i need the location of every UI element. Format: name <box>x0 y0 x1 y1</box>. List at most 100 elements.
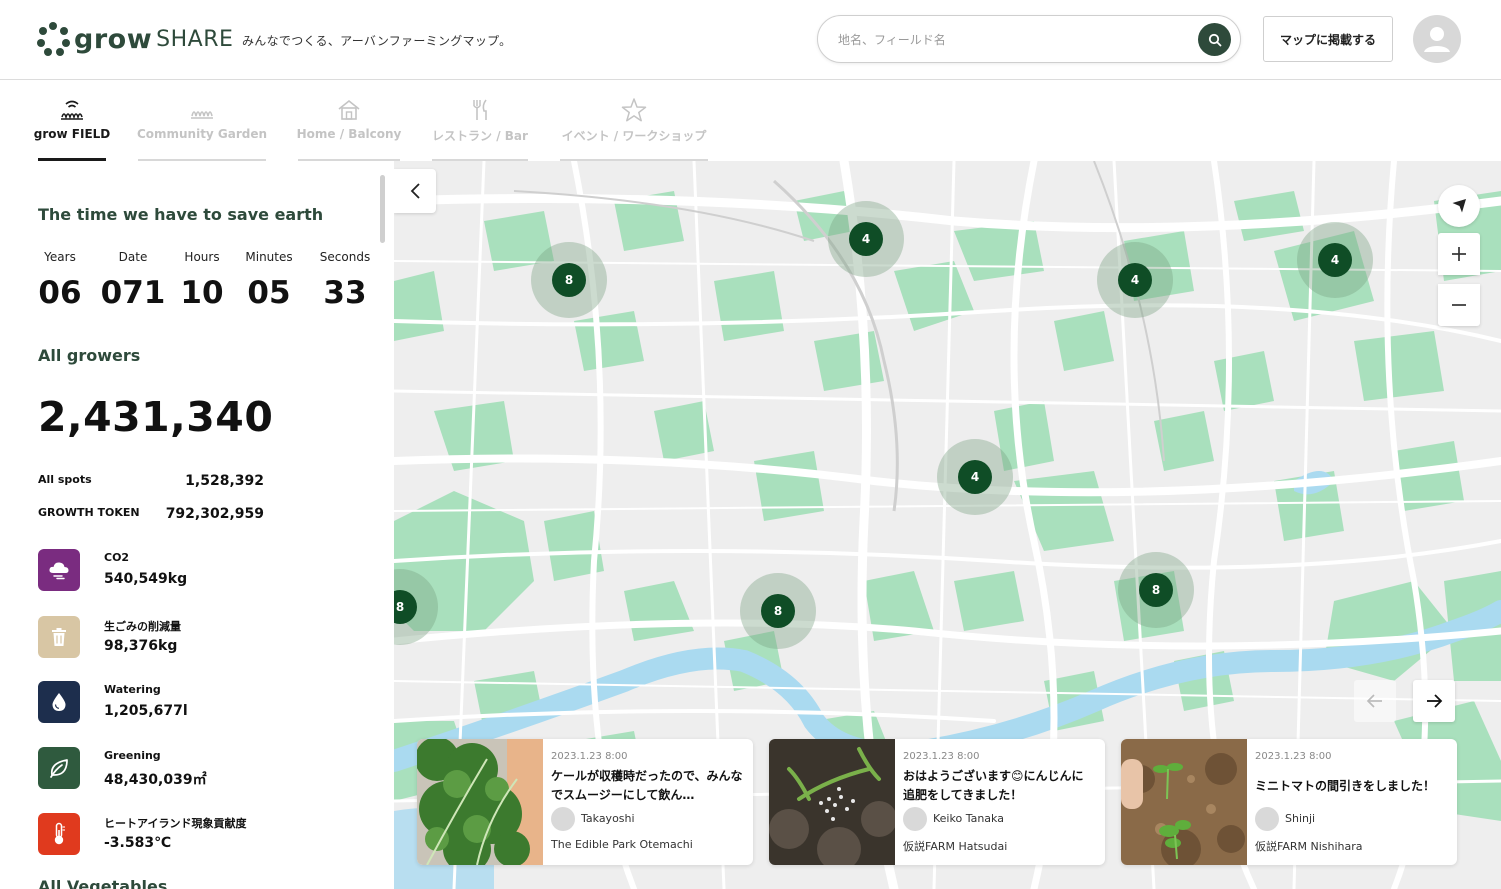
countdown-values: 06 071 10 05 33 <box>38 275 378 315</box>
house-icon <box>338 99 360 120</box>
countdown-label: Minutes <box>245 250 293 264</box>
post-user-avatar <box>903 807 927 831</box>
map-view[interactable]: 8 4 4 4 4 8 8 8 2023.1.23 8:00 ケールが収穫時だっ… <box>394 161 1501 889</box>
search-button[interactable] <box>1198 23 1231 56</box>
chevron-left-icon <box>410 183 420 199</box>
metric-label: Greening <box>104 749 161 762</box>
metric-food-waste: 生ごみの削減量 98,376kg <box>38 616 358 660</box>
post-date: 2023.1.23 8:00 <box>903 751 980 762</box>
countdown-title: The time we have to save earth <box>38 205 324 224</box>
countdown-labels: Years Date Hours Minutes Seconds <box>38 250 378 266</box>
metric-value: -3.583℃ <box>104 835 172 851</box>
metric-label: ヒートアイランド現象貢献度 <box>104 817 247 830</box>
metric-heat-island: ヒートアイランド現象貢献度 -3.583℃ <box>38 813 358 857</box>
map-cluster[interactable]: 8 <box>1118 552 1194 628</box>
user-icon <box>1424 27 1450 52</box>
post-text: ミニトマトの間引きをしました！ <box>1255 779 1436 793</box>
stat-label: All spots <box>38 473 92 486</box>
sidebar-scrollbar[interactable] <box>380 175 385 243</box>
minus-icon <box>1452 304 1466 306</box>
post-location[interactable]: 仮説FARM Hatsudai <box>903 838 1007 854</box>
carrot-sprouts-photo <box>769 739 895 865</box>
community-garden-icon <box>191 111 213 119</box>
metric-label: 生ごみの削減量 <box>104 620 181 633</box>
metric-value: 1,205,677l <box>104 703 188 719</box>
user-avatar[interactable] <box>1413 15 1461 63</box>
fork-knife-icon <box>473 99 487 120</box>
post-location[interactable]: 仮説FARM Nishihara <box>1255 838 1363 854</box>
countdown-label: Seconds <box>319 250 371 264</box>
map-cluster[interactable]: 4 <box>828 201 904 277</box>
navigation-arrow-icon <box>1452 199 1466 213</box>
map-cluster[interactable]: 4 <box>1097 242 1173 318</box>
countdown-label: Hours <box>184 250 220 264</box>
tab-event-workshop[interactable]: イベント / ワークショップ <box>560 95 708 161</box>
countdown-label: Years <box>44 250 76 264</box>
tab-grow-field[interactable]: grow FIELD <box>34 95 110 161</box>
cloud-icon <box>49 562 69 580</box>
metric-value: 48,430,039㎡ <box>104 772 207 788</box>
stats-sidebar: The time we have to save earth Years Dat… <box>0 161 394 889</box>
tab-community-garden[interactable]: Community Garden <box>136 95 268 161</box>
stat-all-spots: All spots 1,528,392 <box>38 473 264 491</box>
zoom-in-button[interactable] <box>1438 233 1480 275</box>
stat-value: 1,528,392 <box>185 473 264 489</box>
tab-label: レストラン / Bar <box>432 129 528 143</box>
post-card[interactable]: 2023.1.23 8:00 おはようございます😊にんじんに追肥をしてきました！… <box>769 739 1105 865</box>
countdown-years: 06 <box>38 275 82 311</box>
tagline: みんなでつくる、アーバンファーミングマップ。 <box>242 34 512 48</box>
metric-greening: Greening 48,430,039㎡ <box>38 747 358 791</box>
metric-watering: Watering 1,205,677l <box>38 681 358 725</box>
search-input[interactable] <box>838 28 1178 52</box>
map-cluster[interactable]: 4 <box>1297 222 1373 298</box>
zoom-out-button[interactable] <box>1438 284 1480 326</box>
category-tabs: grow FIELD Community Garden Home / Balco… <box>0 81 1501 161</box>
countdown-hours: 10 <box>180 275 224 311</box>
search-box <box>817 15 1241 63</box>
metric-value: 540,549kg <box>104 571 188 587</box>
post-card[interactable]: 2023.1.23 8:00 ミニトマトの間引きをしました！ Shinji 仮説… <box>1121 739 1457 865</box>
map-cluster[interactable]: 8 <box>531 242 607 318</box>
logo[interactable]: grow SHARE <box>36 22 233 56</box>
tab-restaurant-bar[interactable]: レストラン / Bar <box>432 95 528 161</box>
stat-growth-token: GROWTH TOKEN 792,302,959 <box>38 506 264 524</box>
logo-share-text: SHARE <box>156 26 234 52</box>
logo-grow-text: grow <box>74 23 153 55</box>
collapse-sidebar-button[interactable] <box>394 169 436 213</box>
map-cluster[interactable]: 8 <box>740 573 816 649</box>
countdown-minutes: 05 <box>247 275 291 311</box>
post-to-map-button[interactable]: マップに掲載する <box>1263 16 1393 62</box>
tab-label: Community Garden <box>136 127 268 141</box>
leaf-icon <box>50 759 68 778</box>
metric-value: 98,376kg <box>104 638 178 654</box>
metric-co2: CO2 540,549kg <box>38 549 358 593</box>
all-growers-title: All growers <box>38 346 141 365</box>
carousel-prev-button[interactable] <box>1354 680 1396 722</box>
post-user-name: Takayoshi <box>581 812 635 825</box>
star-icon <box>621 98 647 122</box>
tomato-seedlings-photo <box>1121 739 1247 865</box>
countdown-seconds: 33 <box>323 275 367 311</box>
post-date: 2023.1.23 8:00 <box>1255 751 1332 762</box>
map-cluster[interactable]: 4 <box>937 439 1013 515</box>
trash-icon <box>52 628 66 646</box>
arrow-right-icon <box>1427 694 1443 708</box>
tab-label: grow FIELD <box>33 127 111 141</box>
grow-field-icon <box>61 100 83 120</box>
arrow-left-icon <box>1366 694 1382 708</box>
post-user-avatar <box>1255 807 1279 831</box>
kale-photo <box>417 739 543 865</box>
plus-icon <box>1452 247 1466 261</box>
thermometer-icon <box>54 822 65 845</box>
post-text: おはようございます😊にんじんに追肥をしてきました！ <box>903 769 1084 802</box>
post-card[interactable]: 2023.1.23 8:00 ケールが収穫時だったので、みんなでスムージーにして… <box>417 739 753 865</box>
post-location[interactable]: The Edible Park Otemachi <box>551 838 693 851</box>
metric-label: Watering <box>104 683 161 696</box>
post-user-name: Shinji <box>1285 812 1316 825</box>
carousel-next-button[interactable] <box>1413 680 1455 722</box>
tab-label: Home / Balcony <box>296 127 402 141</box>
tab-home-balcony[interactable]: Home / Balcony <box>296 95 402 161</box>
locate-me-button[interactable] <box>1438 185 1480 227</box>
header: grow SHARE みんなでつくる、アーバンファーミングマップ。 マップに掲載… <box>0 0 1501 80</box>
countdown-label: Date <box>118 250 148 264</box>
